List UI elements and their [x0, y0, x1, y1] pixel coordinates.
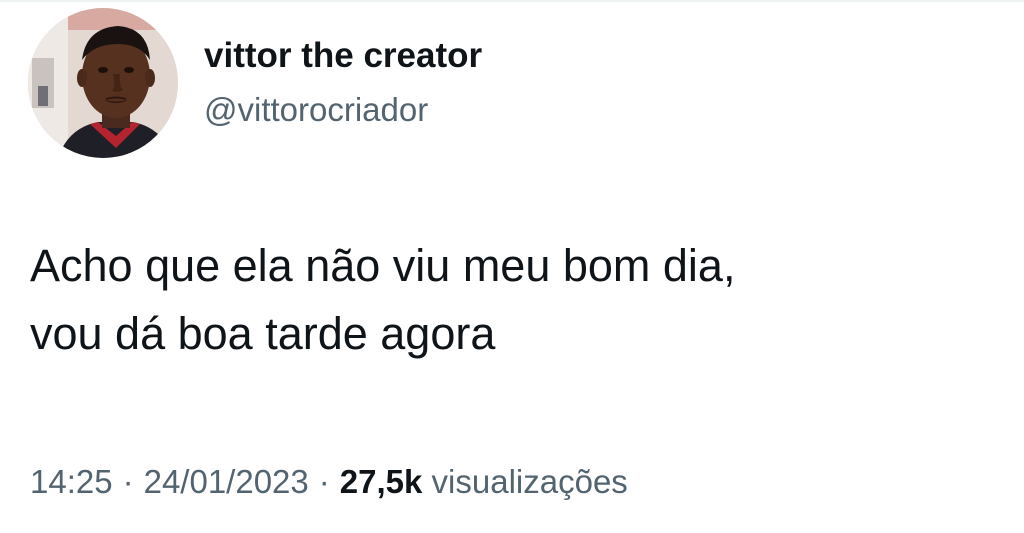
avatar-image	[28, 8, 178, 158]
author-handle[interactable]: @vittorocriador	[204, 88, 482, 132]
tweet-date[interactable]: 24/01/2023	[144, 463, 309, 500]
avatar[interactable]	[28, 8, 178, 158]
meta-separator: ·	[122, 463, 134, 500]
tweet-card: vittor the creator @vittorocriador Acho …	[0, 0, 1024, 533]
tweet-text-line: Acho que ela não viu meu bom dia,	[30, 240, 736, 291]
author-display-name[interactable]: vittor the creator	[204, 34, 482, 78]
tweet-time[interactable]: 14:25	[30, 463, 113, 500]
views-count[interactable]: 27,5k	[340, 463, 423, 500]
top-divider	[0, 0, 1024, 2]
views-label: visualizações	[431, 463, 628, 500]
tweet-meta: 14:25 · 24/01/2023 · 27,5k visualizações	[30, 458, 628, 506]
tweet-text-line: vou dá boa tarde agora	[30, 308, 496, 359]
meta-separator: ·	[318, 463, 330, 500]
tweet-text: Acho que ela não viu meu bom dia, vou dá…	[30, 232, 1000, 368]
author-block: vittor the creator @vittorocriador	[204, 34, 482, 132]
